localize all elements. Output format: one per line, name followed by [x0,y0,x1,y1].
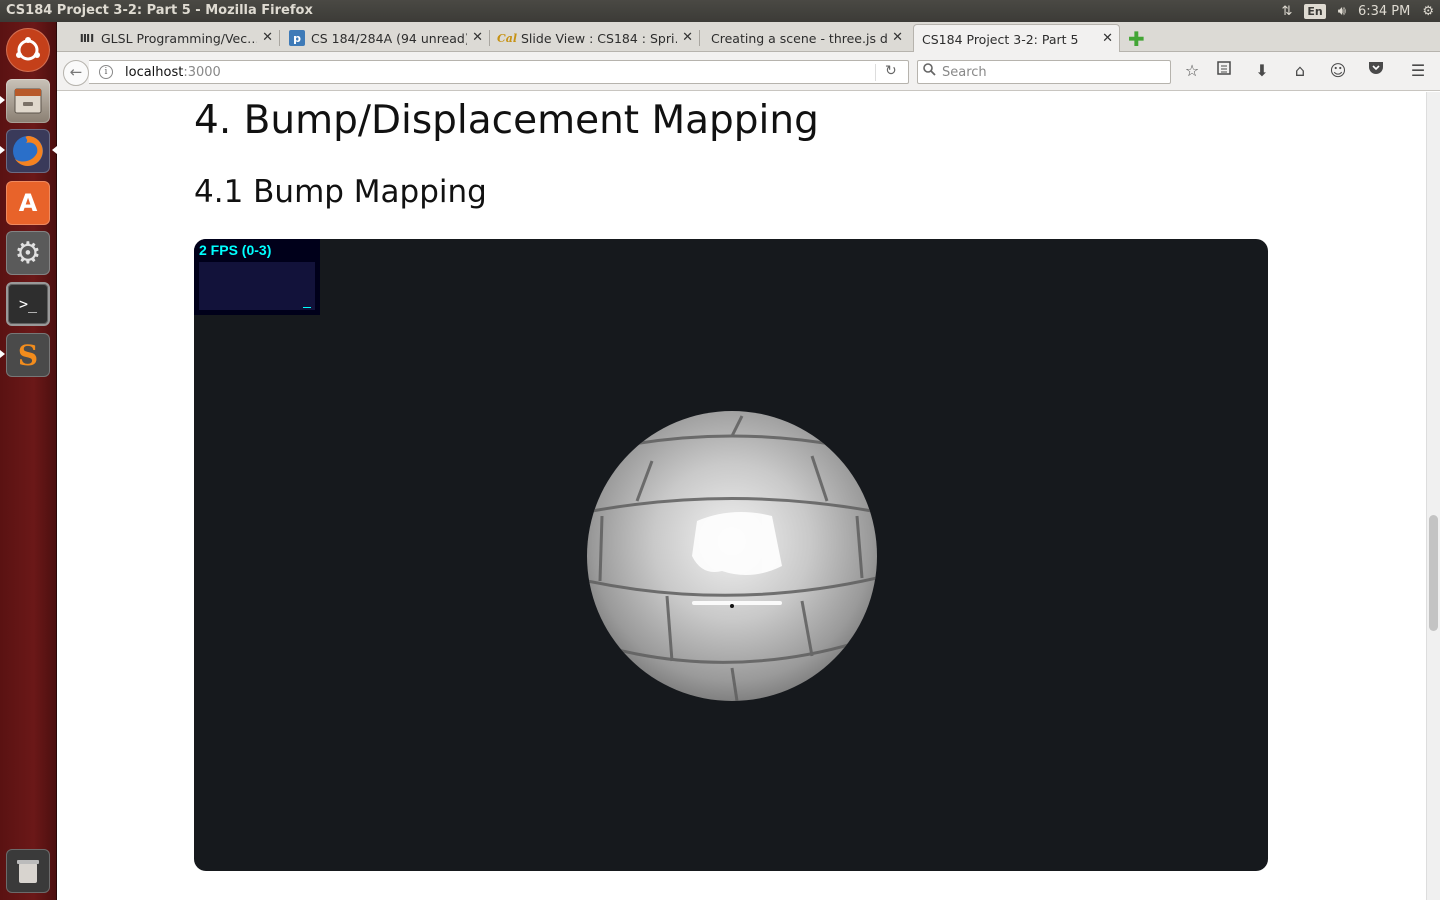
bump-mapped-sphere [587,411,877,701]
fps-bar [303,307,311,308]
window-title: CS184 Project 3-2: Part 5 - Mozilla Fire… [6,3,313,18]
url-divider [875,64,876,81]
tab-piazza[interactable]: p CS 184/284A (94 unread) ✕ [283,24,490,52]
tab-label: CS184 Project 3-2: Part 5 [922,31,1079,47]
pocket-icon[interactable] [1365,60,1387,82]
tab-label: CS 184/284A (94 unread) [311,30,467,46]
running-indicator [0,96,5,104]
trash-icon[interactable] [6,849,50,893]
system-settings-icon[interactable]: ⚙ [6,231,50,275]
webgl-canvas[interactable]: 2 FPS (0-3) [194,239,1268,871]
tab-label: Creating a scene - three.js d… [711,30,889,46]
cal-favicon-icon: Cal [496,31,518,45]
hamburger-menu-icon[interactable]: ☰ [1407,60,1429,82]
terminal-icon[interactable]: >_ [6,282,50,326]
search-placeholder: Search [942,65,987,80]
software-center-icon[interactable]: A [6,181,50,225]
files-icon[interactable] [6,79,50,123]
piazza-favicon-icon: p [289,30,305,46]
home-icon[interactable]: ⌂ [1289,60,1311,82]
new-tab-plus-icon[interactable]: ✚ [1128,27,1145,51]
tab-slide-view[interactable]: Cal Slide View : CS184 : Spri… ✕ [493,24,700,52]
back-arrow-icon[interactable]: ← [63,60,89,86]
network-icon[interactable]: ⇅ [1281,4,1292,19]
firefox-icon[interactable] [6,129,50,173]
tab-threejs-docs[interactable]: Creating a scene - three.js d… ✕ [703,24,909,52]
sublime-text-icon[interactable]: S [6,333,50,377]
reload-icon[interactable]: ↻ [885,63,897,79]
search-input[interactable]: Search [917,60,1171,84]
close-tab-icon[interactable]: ✕ [472,30,483,45]
page-scrollbar[interactable] [1426,92,1440,900]
close-tab-icon[interactable]: ✕ [682,30,693,45]
close-tab-icon[interactable]: ✕ [892,30,903,45]
url-text: localhost:3000 [125,65,221,80]
page-heading: 4. Bump/Displacement Mapping [194,98,819,143]
fps-stats-panel[interactable]: 2 FPS (0-3) [194,239,320,315]
wikibooks-favicon-icon: ⅢⅠ [79,31,95,45]
close-tab-icon[interactable]: ✕ [1102,31,1113,46]
search-icon [923,63,936,80]
bookmarks-list-icon[interactable] [1213,60,1235,82]
site-info-icon[interactable]: i [99,65,113,79]
launcher: A ⚙ >_ S [0,22,57,900]
tab-label: Slide View : CS184 : Spri… [521,30,677,46]
close-tab-icon[interactable]: ✕ [262,30,273,45]
fps-counter: 2 FPS (0-3) [199,242,272,258]
fps-graph [199,262,315,310]
running-indicator [0,146,5,154]
keyboard-layout-indicator[interactable]: En [1304,3,1326,19]
panel-indicators: ⇅ En 🔊︎ 6:34 PM ⚙ [1281,0,1440,22]
section-heading: 4.1 Bump Mapping [194,174,487,210]
download-icon[interactable]: ⬇ [1251,60,1273,82]
scrollbar-thumb[interactable] [1429,515,1438,631]
gear-icon[interactable]: ⚙ [1422,4,1434,19]
tab-label: GLSL Programming/Vec… [101,30,257,46]
tab-project-part5[interactable]: CS184 Project 3-2: Part 5 ✕ [913,24,1120,53]
bookmark-star-icon[interactable]: ☆ [1181,60,1203,82]
clock[interactable]: 6:34 PM [1358,4,1410,19]
navigation-toolbar: ← i localhost:3000 ↻ Search ☆ ⬇ ⌂ ☺ ☰ [57,52,1440,91]
url-bar[interactable]: i localhost:3000 ↻ [89,60,909,84]
running-indicator [0,350,5,358]
ubuntu-dash-icon[interactable] [6,28,50,72]
hello-chat-icon[interactable]: ☺ [1327,60,1349,82]
volume-icon[interactable]: 🔊︎ [1338,4,1346,19]
top-panel: CS184 Project 3-2: Part 5 - Mozilla Fire… [0,0,1440,22]
tab-glsl-programming[interactable]: ⅢⅠ GLSL Programming/Vec… ✕ [73,24,280,52]
page-content: 4. Bump/Displacement Mapping 4.1 Bump Ma… [57,92,1426,900]
tab-strip: ⅢⅠ GLSL Programming/Vec… ✕ p CS 184/284A… [57,22,1440,53]
